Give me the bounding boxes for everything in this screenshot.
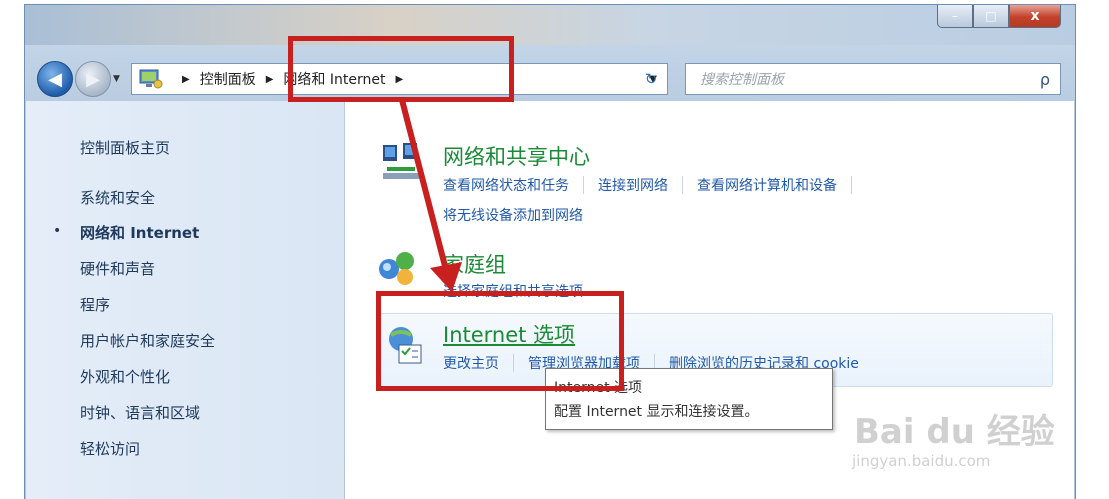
baidu-watermark-url: jingyan.baidu.com [852,452,991,470]
baidu-watermark-logo: Bai du 经验 [854,412,1055,452]
